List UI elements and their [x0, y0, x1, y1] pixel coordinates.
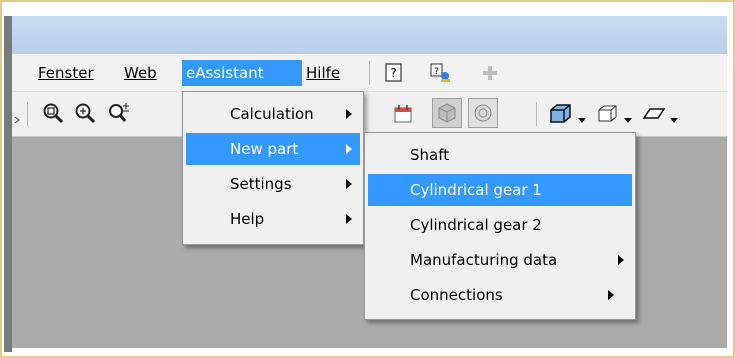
- new-part-submenu: Shaft Cylindrical gear 1 Cylindrical gea…: [364, 132, 636, 320]
- submenu-arrow-icon: [346, 109, 352, 119]
- svg-text:?: ?: [390, 66, 396, 80]
- submenu-item-shaft-label: Shaft: [410, 146, 450, 164]
- submenu-item-cylindrical-gear-1-label: Cylindrical gear 1: [410, 181, 542, 199]
- calendar-icon[interactable]: [392, 102, 414, 124]
- screenshot-frame: Fenster Web eAssistant Hilfe ? ? Calcula…: [0, 0, 735, 358]
- toolbar-overflow-icon[interactable]: [14, 110, 20, 124]
- hidden-lines-view-icon[interactable]: [468, 98, 498, 128]
- menu-item-calculation[interactable]: Calculation: [186, 98, 360, 130]
- menu-web[interactable]: Web: [120, 60, 161, 86]
- view-cube-icon[interactable]: [548, 102, 574, 124]
- zoom-in-icon[interactable]: [74, 102, 96, 124]
- menu-item-settings-label: Settings: [230, 175, 292, 193]
- zoom-window-icon[interactable]: [42, 102, 64, 124]
- window-titlebar: [12, 16, 727, 54]
- context-help-icon[interactable]: ?: [430, 63, 450, 83]
- menu-item-new-part-label: New part: [230, 140, 299, 158]
- zoom-dynamic-icon[interactable]: [108, 102, 130, 124]
- submenu-item-manufacturing-data-label: Manufacturing data: [410, 251, 558, 269]
- submenu-arrow-icon: [346, 214, 352, 224]
- toolbar-separator: [27, 102, 28, 126]
- left-window-edge: [4, 16, 12, 352]
- submenu-item-connections-label: Connections: [410, 286, 503, 304]
- toolbar-separator-2: [536, 102, 537, 126]
- plane-icon[interactable]: [642, 102, 666, 124]
- submenu-arrow-icon: [346, 144, 352, 154]
- menu-item-help[interactable]: Help: [186, 203, 360, 235]
- svg-text:?: ?: [434, 67, 439, 77]
- wireframe-dropdown-icon[interactable]: [624, 110, 632, 123]
- submenu-arrow-icon: [346, 179, 352, 189]
- menu-web-label: Web: [124, 64, 157, 82]
- plus-icon[interactable]: [480, 63, 500, 83]
- submenu-item-shaft[interactable]: Shaft: [368, 139, 632, 171]
- submenu-item-cylindrical-gear-2-label: Cylindrical gear 2: [410, 216, 542, 234]
- menubar: Fenster Web eAssistant Hilfe ? ?: [12, 55, 727, 92]
- submenu-arrow-icon: [618, 255, 624, 265]
- submenu-item-cylindrical-gear-2[interactable]: Cylindrical gear 2: [368, 209, 632, 241]
- submenu-item-connections[interactable]: Connections: [368, 279, 632, 311]
- help-question-icon[interactable]: ?: [384, 63, 404, 83]
- menu-eassistant[interactable]: eAssistant: [182, 60, 302, 86]
- submenu-item-cylindrical-gear-1[interactable]: Cylindrical gear 1: [368, 174, 632, 206]
- menu-fenster-label: Fenster: [38, 64, 94, 82]
- toolbar: [12, 92, 727, 137]
- menu-item-calculation-label: Calculation: [230, 105, 314, 123]
- menu-item-new-part[interactable]: New part: [186, 133, 360, 165]
- shaded-view-icon[interactable]: [432, 98, 462, 128]
- plane-dropdown-icon[interactable]: [670, 110, 678, 123]
- menu-eassistant-label: eAssistant: [186, 64, 264, 82]
- menu-item-settings[interactable]: Settings: [186, 168, 360, 200]
- submenu-arrow-icon: [608, 290, 614, 300]
- submenu-item-manufacturing-data[interactable]: Manufacturing data: [368, 244, 632, 276]
- wireframe-box-icon[interactable]: [596, 102, 620, 124]
- menu-hilfe[interactable]: Hilfe: [302, 60, 344, 86]
- eassistant-menu: Calculation New part Settings Help: [182, 91, 364, 245]
- menubar-separator: [369, 61, 370, 85]
- menu-hilfe-label: Hilfe: [306, 64, 341, 82]
- menu-item-help-label: Help: [230, 210, 265, 228]
- menu-fenster[interactable]: Fenster: [34, 60, 98, 86]
- view-cube-dropdown-icon[interactable]: [578, 110, 586, 123]
